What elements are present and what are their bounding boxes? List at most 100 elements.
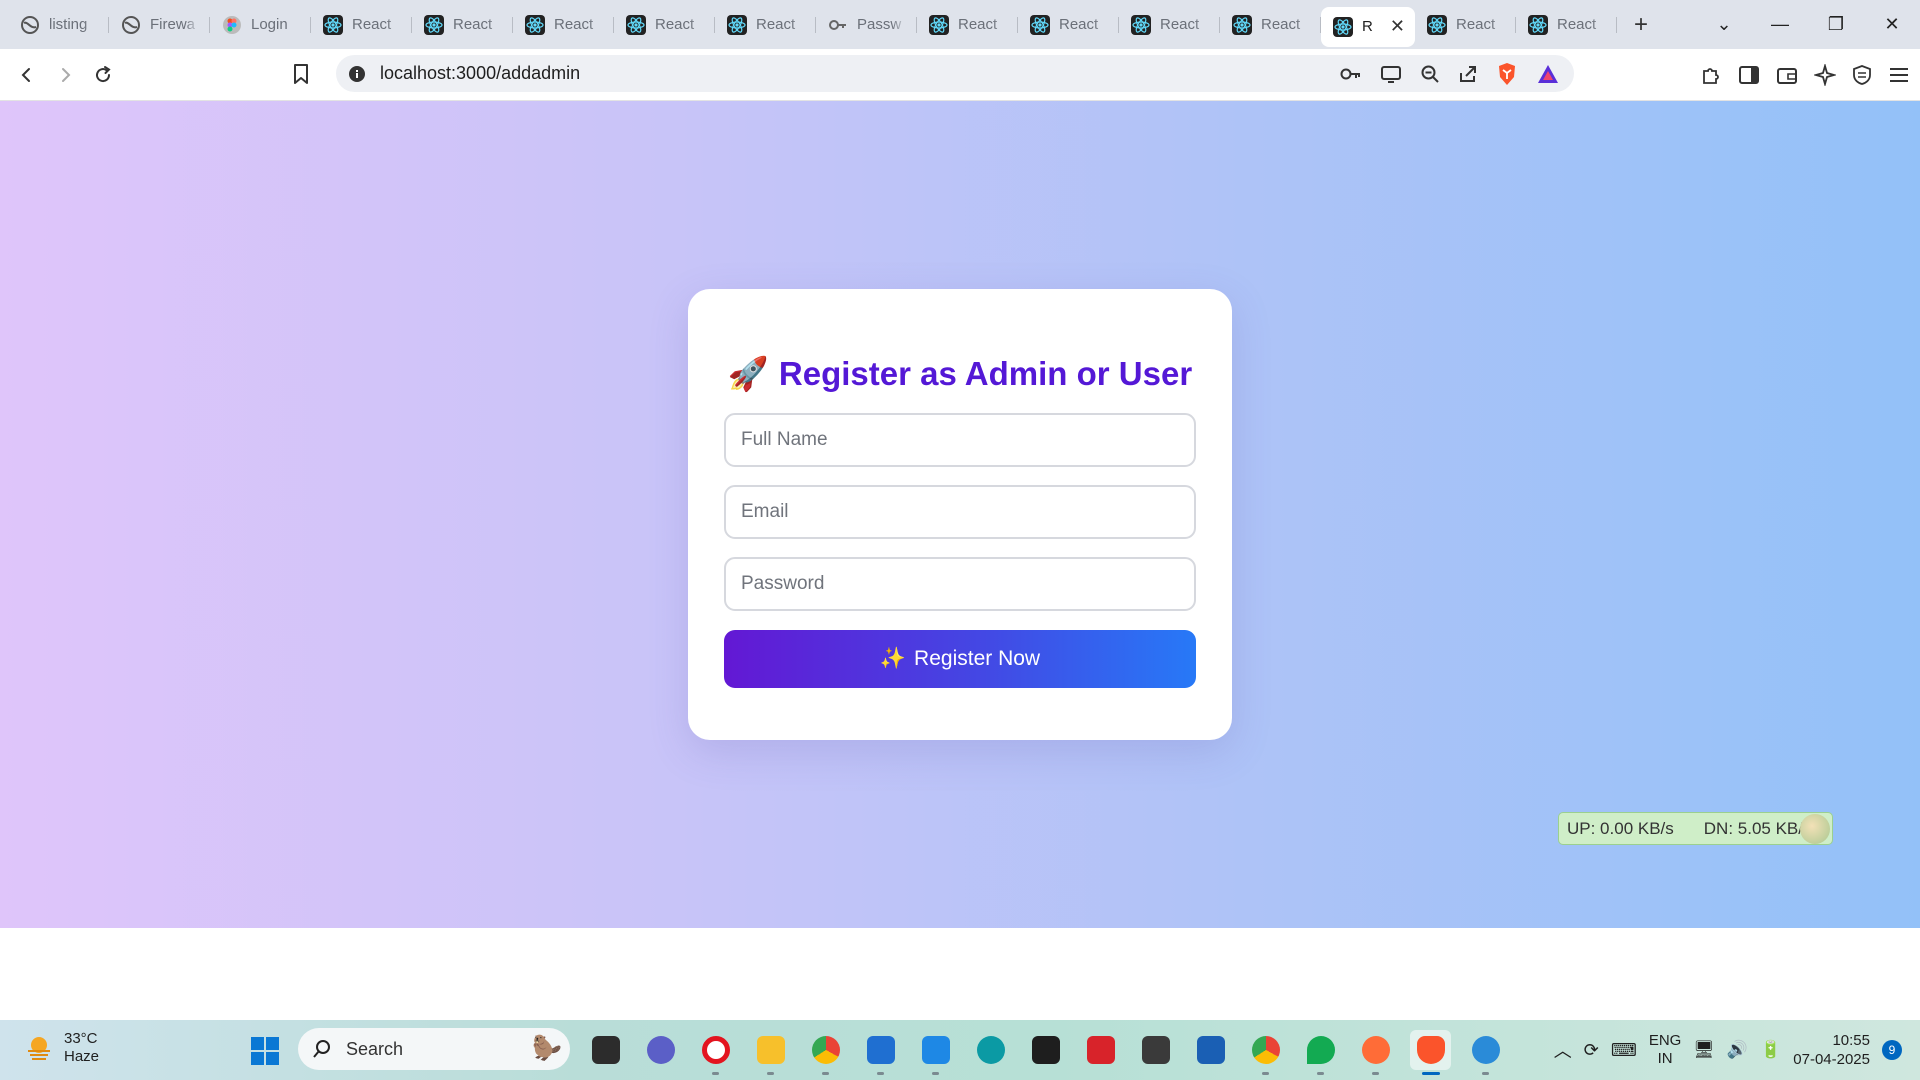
tab-title: React [756,16,796,33]
forward-button[interactable] [46,56,84,94]
sync-icon[interactable]: ⟳ [1584,1040,1599,1061]
postman-app[interactable] [1355,1030,1396,1075]
sketchup-app[interactable] [1190,1030,1231,1070]
autocad-icon [1086,1036,1115,1064]
form-title: 🚀 Register as Admin or User [688,355,1232,394]
bookmark-icon [294,64,308,84]
brave-rewards-icon[interactable] [1536,63,1560,85]
browser-tab[interactable]: React [1415,6,1516,44]
browser-tab[interactable]: React [1018,6,1119,44]
clock-time: 10:55 [1832,1032,1870,1049]
key-icon [828,15,848,35]
hardware-app[interactable] [1135,1030,1176,1070]
network-speed-widget[interactable]: UP: 0.00 KB/s DN: 5.05 KB/s [1558,812,1833,845]
minimize-button[interactable]: — [1752,14,1808,35]
weather-temperature: 33°C [64,1030,98,1047]
file-explorer-app[interactable] [750,1030,791,1075]
restore-button[interactable]: ❐ [1808,14,1864,35]
address-bar-actions [1340,55,1560,92]
back-button[interactable] [8,56,46,94]
notification-badge[interactable]: 9 [1882,1040,1902,1060]
new-tab-button[interactable]: + [1623,7,1659,43]
battery-icon[interactable]: 🔋 [1760,1040,1781,1060]
autocad-app[interactable] [1080,1030,1121,1070]
browser-toolbar: localhost:3000/addadmin [0,49,1920,101]
browser-tab[interactable]: React [1220,6,1321,44]
opera-app[interactable] [695,1030,736,1075]
tab-title: React [1456,16,1496,33]
snipping-tool-app[interactable] [1465,1030,1506,1075]
browser-tab[interactable]: R ✕ [1321,6,1415,47]
teams-chat-app[interactable] [640,1030,681,1070]
browser-tab[interactable]: React [311,6,412,44]
weather-widget[interactable]: 33°C Haze [24,1030,99,1066]
browser-tab[interactable]: Passw [816,6,917,44]
task-view-app[interactable] [585,1030,626,1070]
zoom-out-icon[interactable] [1420,64,1440,84]
password-input[interactable] [724,557,1196,611]
reload-button[interactable] [84,56,122,94]
store-app[interactable] [860,1030,901,1075]
taskbar-search[interactable]: Search 🦫 [298,1028,570,1070]
brave-app[interactable] [1410,1030,1451,1075]
react-icon [1232,14,1252,35]
share-icon[interactable] [1458,64,1478,84]
vscode-app[interactable] [915,1030,956,1075]
chrome-profile-app[interactable] [1245,1030,1286,1075]
menu-hamburger-icon[interactable] [1888,66,1910,84]
chrome-app[interactable] [805,1030,846,1075]
brave-icon [1416,1036,1445,1064]
tab-search-chevron-icon[interactable]: ⌄ [1696,14,1752,35]
network-icon[interactable]: 🖥 [1693,1040,1715,1060]
arduino-app[interactable] [970,1030,1011,1070]
browser-tab[interactable]: React [412,6,513,44]
browser-tab[interactable]: React [1516,6,1617,44]
cast-icon[interactable] [1380,65,1402,83]
language-code: ENG [1648,1032,1682,1049]
volume-icon[interactable]: 🔊 [1727,1040,1748,1060]
site-info-icon[interactable] [348,65,366,83]
start-button[interactable] [250,1036,280,1071]
tab-title: React [453,16,493,33]
react-icon [929,14,949,35]
browser-tab[interactable]: listing [8,6,109,44]
browser-tab[interactable]: Firewa [109,6,210,44]
back-arrow-icon [21,67,30,82]
leo-ai-icon[interactable] [1814,64,1836,86]
mongodb-app[interactable] [1300,1030,1341,1075]
browser-tab[interactable]: Login [210,6,311,44]
tab-title: React [1557,16,1597,33]
register-now-button[interactable]: ✨ Register Now [724,630,1196,688]
tab-title: React [1261,16,1301,33]
task-view-icon [591,1036,620,1064]
address-bar[interactable]: localhost:3000/addadmin [336,55,1574,92]
email-input[interactable] [724,485,1196,539]
input-language[interactable]: ENG IN [1649,1032,1682,1068]
password-key-icon[interactable] [1340,66,1362,82]
wallet-icon[interactable] [1776,65,1798,85]
keyboard-icon[interactable]: ⌨ [1611,1040,1637,1061]
sidebar-icon[interactable] [1738,65,1760,85]
close-window-button[interactable]: ✕ [1864,14,1920,35]
browser-tab[interactable]: React [715,6,816,44]
chip-icon [1141,1036,1170,1064]
bookmark-button[interactable] [292,63,310,90]
browser-tab[interactable]: React [917,6,1018,44]
tray-chevron-up-icon[interactable]: ︿ [1554,1037,1572,1063]
extensions-puzzle-icon[interactable] [1700,64,1722,86]
globe-icon [20,15,40,35]
tab-title: R [1362,18,1373,35]
brave-shields-icon[interactable] [1496,62,1518,86]
close-tab-icon[interactable]: ✕ [1390,16,1405,37]
vpn-shield-icon[interactable] [1852,64,1872,86]
browser-tab[interactable]: React [614,6,715,44]
vscode-icon [921,1036,950,1064]
browser-tab[interactable]: React [1119,6,1220,44]
clock[interactable]: 10:55 07-04-2025 [1793,1031,1870,1069]
figma-app[interactable] [1025,1030,1066,1070]
system-tray: ︿ ⟳ ⌨ ENG IN 🖥 🔊 🔋 10:55 07-04-2025 9 [1554,1020,1902,1080]
upload-speed: UP: 0.00 KB/s [1567,818,1674,838]
browser-tab[interactable]: React [513,6,614,44]
react-icon [1528,14,1548,35]
full-name-input[interactable] [724,413,1196,467]
